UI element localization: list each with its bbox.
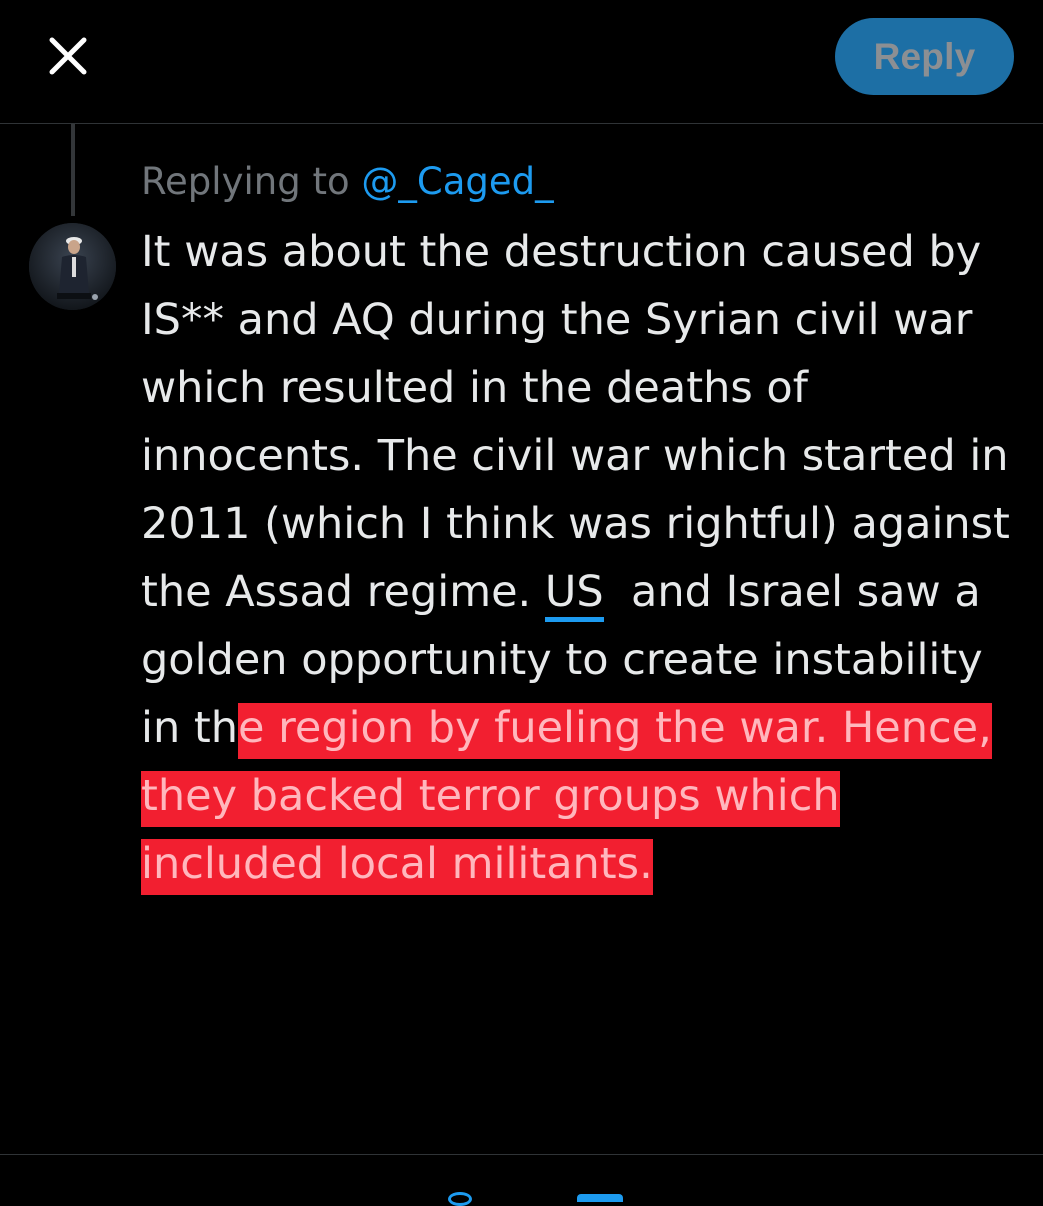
toolbar-divider [0, 1154, 1043, 1155]
tweet-line: golden opportunity to create instability [141, 635, 983, 685]
tweet-line-segment: the Assad regime. [141, 567, 545, 617]
tweet-line: innocents. The civil war which started i… [141, 431, 1009, 481]
highlighted-text: e region by fueling the war. Hence, [237, 703, 992, 759]
close-button[interactable] [38, 26, 98, 86]
tweet-line: IS** and AQ during the Syrian civil war [141, 295, 973, 345]
avatar-image [29, 223, 116, 310]
replying-to-handle[interactable]: @_Caged_ [361, 160, 553, 203]
tweet-text[interactable]: It was about the destruction caused by I… [141, 218, 1021, 898]
replying-to-line: Replying to @_Caged_ [141, 158, 554, 206]
tweet-line-segment: and Israel saw a [603, 567, 981, 617]
tweet-line: the Assad regime. US and Israel saw a [141, 558, 1021, 626]
close-icon [49, 37, 87, 75]
us-link[interactable]: US [544, 567, 604, 622]
compose-header: Reply [0, 0, 1043, 124]
tweet-line: It was about the destruction caused by [141, 227, 982, 277]
tweet-line: which resulted in the deaths of [141, 363, 808, 413]
highlighted-text: they backed terror groups which [141, 771, 840, 827]
reply-button[interactable]: Reply [835, 18, 1014, 95]
reply-button-label: Reply [873, 35, 976, 77]
tweet-line: they backed terror groups which [141, 762, 1021, 830]
replying-to-prefix: Replying to [141, 160, 350, 203]
tweet-line: in the region by fueling the war. Hence, [141, 694, 1021, 762]
gif-icon[interactable] [577, 1194, 623, 1202]
tweet-line: included local militants. [141, 830, 1021, 898]
tweet-line-segment: in th [141, 703, 238, 753]
tweet-line: 2011 (which I think was rightful) agains… [141, 499, 1010, 549]
thread-connector-line [71, 124, 75, 216]
highlighted-text: included local militants. [141, 839, 653, 895]
avatar[interactable] [29, 223, 116, 310]
media-icon[interactable] [448, 1192, 472, 1206]
